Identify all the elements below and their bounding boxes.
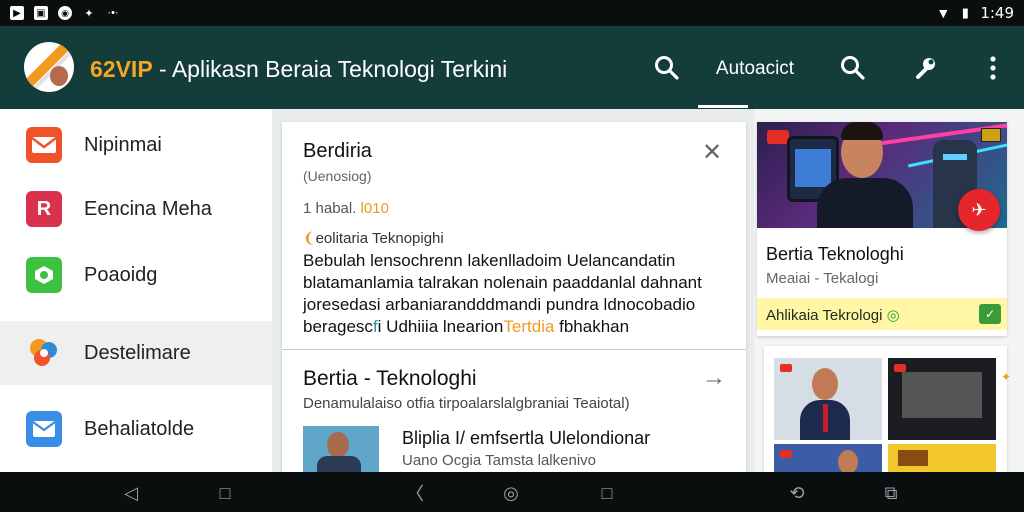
- article-body-line: blatamanlamia talrakan nolenain paaddanl…: [303, 273, 702, 292]
- home-icon[interactable]: ◎: [500, 482, 522, 504]
- video-grid-thumbnail[interactable]: [888, 358, 996, 440]
- sparkle-icon: ✦: [1001, 370, 1012, 384]
- video-grid-thumbnail[interactable]: [888, 444, 996, 472]
- article-card[interactable]: Berdiria ✕ (Uenosiog) 1 habal. l010 ❨eol…: [282, 122, 746, 349]
- screenshot-icon[interactable]: ⧉: [880, 482, 902, 504]
- battery-icon: ▮: [961, 5, 969, 20]
- status-bar: ▶ ▣ ◉ ✦ ·•· ▼ ▮ 1:49: [0, 0, 1024, 26]
- arrow-right-icon[interactable]: →: [702, 364, 726, 392]
- green-app-icon: [26, 257, 62, 293]
- drawer-item-poaoidg[interactable]: Poaoidg: [0, 243, 272, 307]
- news-item-title: Bliplia I/ emfsertla Ulelondionar: [402, 428, 651, 448]
- gallery-icon: ▣: [34, 6, 48, 20]
- tag-dot-icon: ❨: [303, 230, 316, 247]
- more-notifications-icon: ·•·: [107, 7, 119, 19]
- promo-badge-icon: ✓: [979, 304, 1001, 324]
- article-tag-text: eolitaria Teknopighi: [315, 230, 444, 247]
- promo-banner-label: Ahlikaia Tekrologi: [766, 307, 883, 324]
- check-circle-icon: ◎: [886, 307, 900, 324]
- status-time: 1:49: [980, 4, 1014, 22]
- news-card[interactable]: Bertia - Teknologhi → Denamulalaiso otfi…: [282, 350, 746, 472]
- drawer-item-label: Behaliatolde: [84, 417, 195, 440]
- rotate-icon[interactable]: ⟲: [786, 482, 808, 504]
- close-icon[interactable]: ✕: [702, 138, 722, 167]
- article-meta-prefix: 1 habal.: [303, 200, 361, 217]
- news-card-subtitle: Denamulalaiso otfia tirpoalarslalgbrania…: [303, 395, 630, 412]
- article-body-segment: beragesc: [303, 317, 373, 336]
- back-icon[interactable]: ◁: [120, 482, 142, 504]
- article-meta-accent: l010: [360, 200, 389, 217]
- drawer-item-label: Nipinmai: [84, 133, 162, 156]
- r-app-icon: R: [26, 191, 62, 227]
- video-subtitle: Meaiai - Tekalogi: [766, 270, 879, 287]
- tab-autoacict[interactable]: Autoacict: [704, 58, 806, 80]
- search-icon[interactable]: [838, 53, 868, 83]
- back-icon[interactable]: 〈: [404, 482, 426, 504]
- airplane-icon: ✈: [971, 199, 987, 220]
- promo-banner-text: Ahlikaia Tekrologi ◎: [766, 306, 900, 324]
- article-body-segment: fbhakhan: [554, 317, 630, 336]
- mail-folder-icon: [26, 127, 62, 163]
- colorful-app-icon: [26, 335, 62, 371]
- app-title-brand: 62VIP: [90, 56, 153, 82]
- app-title-text: - Aplikasn Beraia Teknologi Terkini: [152, 56, 508, 82]
- article-tag: ❨eolitaria Teknopighi: [303, 229, 444, 247]
- more-vert-icon[interactable]: [978, 53, 1008, 83]
- video-grid-card: [764, 346, 1007, 472]
- app-logo[interactable]: [24, 42, 74, 92]
- article-subtitle: (Uenosiog): [303, 168, 372, 184]
- article-body-highlight: Tertdia: [503, 317, 555, 336]
- news-card-title: Bertia - Teknologhi: [303, 367, 477, 390]
- bug-icon: ✦: [84, 7, 94, 20]
- news-thumbnail[interactable]: [303, 426, 379, 472]
- tab-indicator: [698, 105, 748, 108]
- envelope-icon: [26, 411, 62, 447]
- drawer-item-destelimare[interactable]: Destelimare: [0, 321, 272, 385]
- wrench-icon[interactable]: [910, 53, 940, 83]
- search-icon[interactable]: [652, 53, 682, 83]
- recents-icon[interactable]: □: [214, 482, 236, 504]
- youtube-icon: [767, 130, 789, 144]
- video-card[interactable]: ✈ Bertia Teknologhi Meaiai - Tekalogi Ah…: [757, 122, 1007, 336]
- navigation-bar: ◁ □ 〈 ◎ □ ⟲ ⧉: [0, 472, 1024, 512]
- article-body-line: Bebulah lensochrenn lakenlladoim Uelanca…: [303, 251, 676, 270]
- article-title: Berdiria: [303, 140, 372, 162]
- article-body-line: joresedasi arbaniarandddmandi pundra ldn…: [303, 295, 696, 314]
- video-grid-thumbnail[interactable]: [774, 358, 882, 440]
- article-body-line: beragescfi Udhiiia lnearionTertdia fbhak…: [303, 316, 733, 338]
- video-grid-thumbnail[interactable]: [774, 444, 882, 472]
- news-item-subtitle: Uano Ocgia Tamsta lalkenivo: [402, 452, 596, 469]
- circle-app-icon: ◉: [58, 6, 72, 20]
- article-body-segment: i Udhiiia lnearion: [377, 317, 504, 336]
- recents-icon[interactable]: □: [596, 482, 618, 504]
- share-fab-button[interactable]: ✈: [958, 189, 1000, 231]
- drawer-item-eencina-meha[interactable]: R Eencina Meha: [0, 177, 272, 241]
- app-bar: 62VIP - Aplikasn Beraia Teknologi Terkin…: [0, 26, 1024, 109]
- drawer-item-behaliatolde[interactable]: Behaliatolde: [0, 397, 272, 461]
- drawer-item-label: Destelimare: [84, 341, 191, 364]
- app-title: 62VIP - Aplikasn Beraia Teknologi Terkin…: [90, 56, 507, 83]
- play-store-icon: ▶: [10, 6, 24, 20]
- wifi-icon: ▼: [936, 5, 951, 21]
- drawer-item-label: Poaoidg: [84, 263, 158, 286]
- drawer-item-nipinmai[interactable]: Nipinmai: [0, 113, 272, 177]
- article-body: Bebulah lensochrenn lakenlladoim Uelanca…: [303, 250, 733, 338]
- navigation-drawer: Nipinmai R Eencina Meha Poaoidg Destelim…: [0, 109, 272, 472]
- article-meta: 1 habal. l010: [303, 200, 389, 217]
- drawer-item-label: Eencina Meha: [84, 197, 212, 220]
- video-title: Bertia Teknologhi: [766, 244, 904, 264]
